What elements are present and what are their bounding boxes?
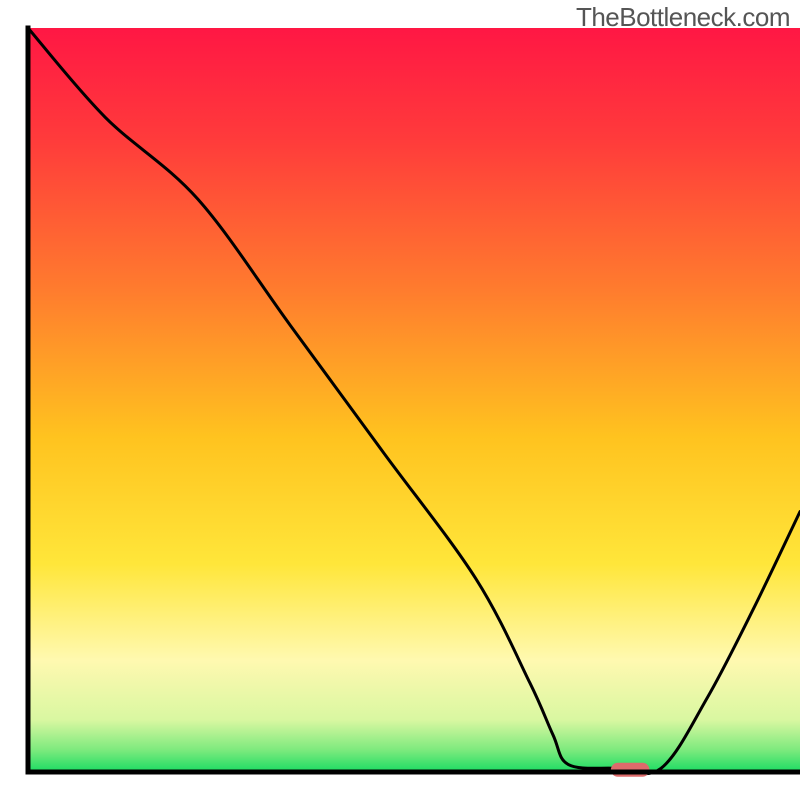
bottleneck-chart — [0, 0, 800, 800]
chart-container: TheBottleneck.com — [0, 0, 800, 800]
brand-watermark: TheBottleneck.com — [576, 2, 790, 33]
chart-background-gradient — [28, 28, 800, 772]
